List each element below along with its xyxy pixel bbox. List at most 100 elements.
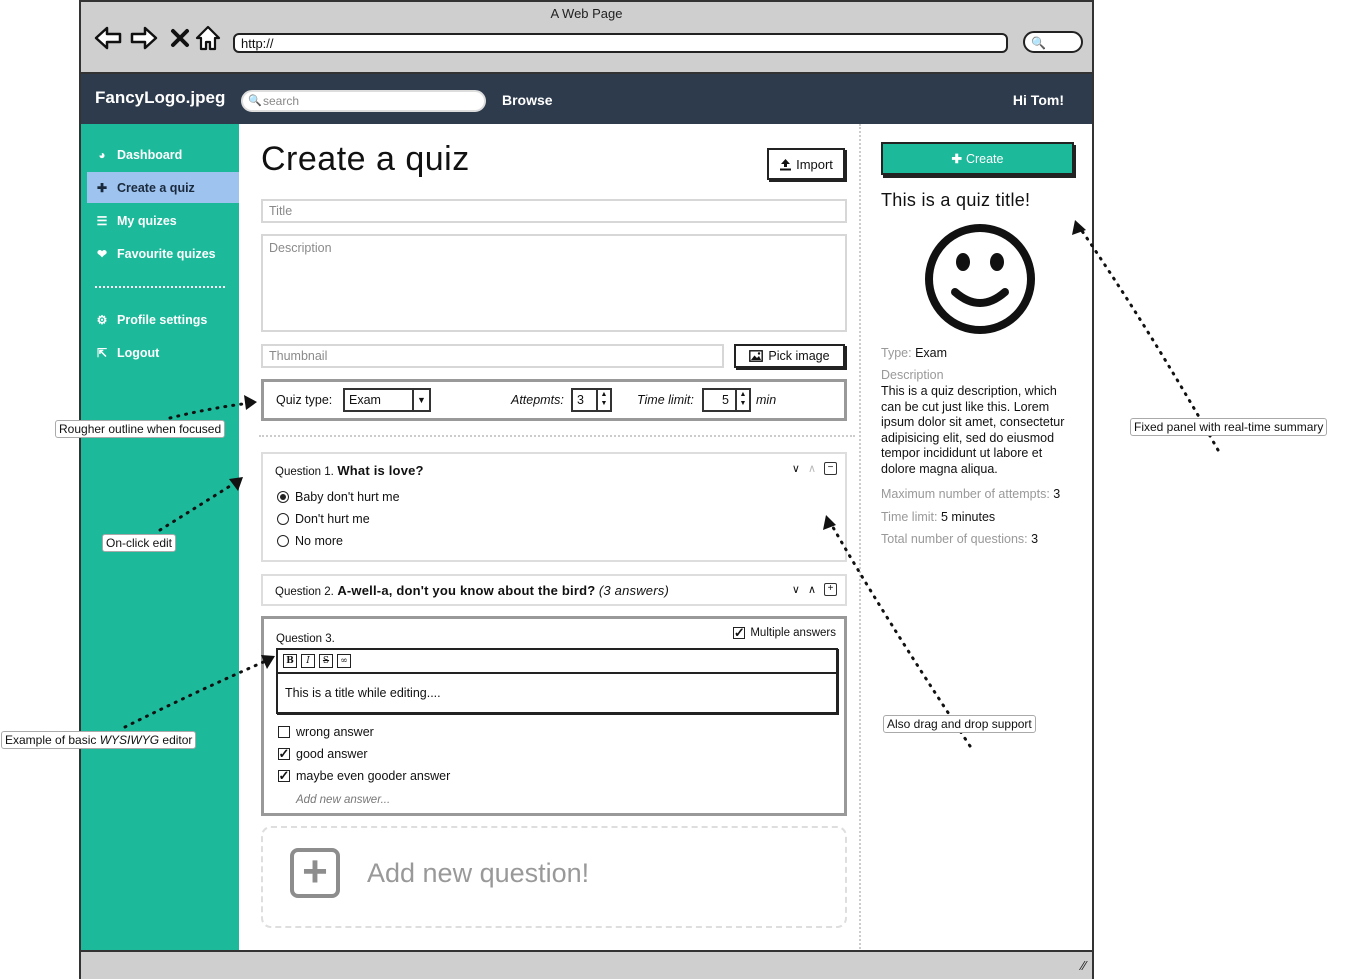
summary-questions-value: 3 (1031, 532, 1039, 546)
answer-option[interactable]: Baby don't hurt me (277, 490, 400, 504)
checkbox-checked-icon[interactable]: ✓ (278, 769, 290, 782)
wysiwyg-editor[interactable]: B I S ∞ This is a title while editing...… (276, 648, 838, 714)
editor-text[interactable]: This is a title while editing.... (285, 686, 441, 700)
user-greeting[interactable]: Hi Tom! (1013, 92, 1064, 108)
pick-image-label: Pick image (768, 349, 830, 363)
time-limit-label: Time limit: (637, 393, 694, 407)
smiley-thumbnail-icon (923, 222, 1037, 341)
list-icon: ☰ (96, 213, 108, 228)
logo[interactable]: FancyLogo.jpeg (95, 88, 225, 108)
link-icon[interactable]: ∞ (337, 654, 351, 668)
collapse-icon[interactable]: − (824, 462, 837, 475)
quiz-type-value: Exam (349, 393, 381, 407)
forward-icon[interactable] (129, 24, 159, 52)
question-tools: ∨ ∧ − (792, 462, 837, 475)
editor-toolbar: B I S ∞ (278, 650, 836, 674)
expand-icon[interactable]: + (824, 583, 837, 596)
time-limit-value: 5 (722, 393, 729, 407)
attempts-stepper[interactable]: 3 ▲ ▼ (571, 388, 612, 412)
question-title[interactable]: A-well-a, don't you know about the bird? (337, 583, 595, 598)
image-icon (749, 350, 764, 362)
back-icon[interactable] (93, 24, 123, 52)
annotation-wysiwyg: Example of basic WYSIWYG editor (1, 731, 197, 749)
annotation-on-click-edit: On-click edit (102, 534, 177, 552)
checkbox-checked-icon[interactable]: ✓ (278, 747, 290, 760)
import-button[interactable]: Import (767, 148, 845, 180)
create-button[interactable]: ✚ Create (881, 142, 1074, 175)
sidebar-item-profile-settings[interactable]: ⚙ Profile settings (87, 304, 239, 335)
summary-description-text: This is a quiz description, which can be… (881, 384, 1065, 476)
add-square-icon: + (290, 848, 340, 898)
question-tools: ∨ ∧ + (792, 583, 837, 596)
answer-option[interactable]: Don't hurt me (277, 512, 370, 526)
attempts-value: 3 (577, 393, 584, 407)
title-field[interactable]: Title (261, 199, 847, 223)
answer-option[interactable]: ✓ good answer (278, 747, 368, 761)
sidebar-item-my-quizes[interactable]: ☰ My quizes (87, 205, 239, 236)
question-card-2[interactable]: Question 2. A-well-a, don't you know abo… (261, 574, 847, 606)
annotation-arrow-fixed-panel (1078, 226, 1220, 452)
chevron-down-icon[interactable]: ∨ (792, 583, 800, 596)
window-title: A Web Page (550, 6, 623, 21)
sidebar-item-label: My quizes (117, 213, 177, 228)
bold-icon[interactable]: B (283, 654, 297, 668)
sidebar-item-create-quiz[interactable]: ✚ Create a quiz (87, 172, 239, 203)
chevron-up-icon[interactable]: ∧ (808, 583, 816, 596)
browser-status-bar: ⁄⁄ (81, 950, 1092, 979)
address-bar[interactable]: http:// (233, 33, 1008, 53)
radio-selected-icon[interactable] (277, 491, 289, 503)
attempts-label: Attepmts: (511, 393, 564, 407)
strikethrough-icon[interactable]: S (319, 654, 333, 668)
add-answer-input[interactable]: Add new answer... (296, 794, 390, 806)
thumbnail-field[interactable]: Thumbnail (261, 344, 724, 368)
sidebar-item-dashboard[interactable]: ◕ Dashboard (87, 139, 239, 170)
search-input[interactable]: 🔍 search (241, 90, 486, 112)
sidebar-item-logout[interactable]: ⇱ Logout (87, 337, 239, 368)
radio-icon[interactable] (277, 535, 289, 547)
time-limit-stepper[interactable]: 5 ▲ ▼ (702, 388, 751, 412)
summary-time-limit-row: Time limit: 5 minutes (881, 510, 995, 524)
checkbox-icon[interactable] (278, 726, 290, 738)
italic-icon[interactable]: I (301, 654, 315, 668)
search-placeholder: search (263, 94, 300, 108)
search-icon: 🔍 (1031, 36, 1046, 50)
resize-grip-icon[interactable]: ⁄⁄ (1082, 958, 1086, 973)
question-title[interactable]: What is love? (337, 463, 423, 478)
answer-option[interactable]: ✓ maybe even gooder answer (278, 769, 450, 783)
pick-image-button[interactable]: Pick image (734, 344, 845, 368)
sidebar-item-label: Dashboard (117, 147, 183, 162)
home-icon[interactable] (193, 24, 223, 52)
question-number: Question 3. (276, 633, 335, 645)
gear-icon: ⚙ (96, 312, 108, 327)
sidebar-item-favourite-quizes[interactable]: ❤ Favourite quizes (87, 238, 239, 269)
question-card-1[interactable]: Question 1. What is love? ∨ ∧ − Baby don… (261, 452, 847, 562)
summary-quiz-title: This is a quiz title! (881, 190, 1031, 210)
radio-icon[interactable] (277, 513, 289, 525)
answer-option[interactable]: wrong answer (278, 725, 374, 739)
question-card-3[interactable]: Question 3. ✓ Multiple answers B I S ∞ T… (261, 616, 847, 816)
checkbox-checked-icon[interactable]: ✓ (733, 626, 746, 639)
add-question-label: Add new question! (367, 858, 590, 888)
sidebar-item-label: Logout (117, 345, 160, 360)
browse-link[interactable]: Browse (502, 92, 553, 108)
summary-questions-key: Total number of questions: (881, 532, 1028, 546)
annotation-fixed-panel: Fixed panel with real-time summary (1130, 418, 1328, 436)
stop-icon[interactable] (165, 24, 195, 52)
summary-attempts-value: 3 (1053, 487, 1061, 501)
dashboard-icon: ◕ (98, 147, 106, 162)
section-divider (259, 435, 855, 437)
question-header: Question 2. A-well-a, don't you know abo… (275, 583, 669, 598)
browser-window: A Web Page http:// 🔍 FancyLogo.jpeg 🔍 se… (79, 0, 1094, 979)
chevron-down-icon[interactable]: ∨ (792, 462, 800, 475)
multiple-answers-toggle[interactable]: ✓ Multiple answers (733, 626, 836, 639)
quiz-type-select[interactable]: Exam ▼ (343, 388, 431, 412)
search-icon: 🔍 (248, 95, 262, 107)
annotation-wysiwyg-italic: WYSIWYG (99, 733, 160, 747)
add-question-button[interactable]: + Add new question! (261, 826, 847, 928)
answer-option[interactable]: No more (277, 534, 343, 548)
browser-search-field[interactable]: 🔍 (1023, 31, 1083, 53)
description-field[interactable]: Description (261, 234, 847, 332)
sidebar-item-label: Create a quiz (117, 180, 195, 195)
summary-attempts-key: Maximum number of attempts: (881, 487, 1050, 501)
summary-time-limit-value: 5 minutes (940, 510, 996, 524)
